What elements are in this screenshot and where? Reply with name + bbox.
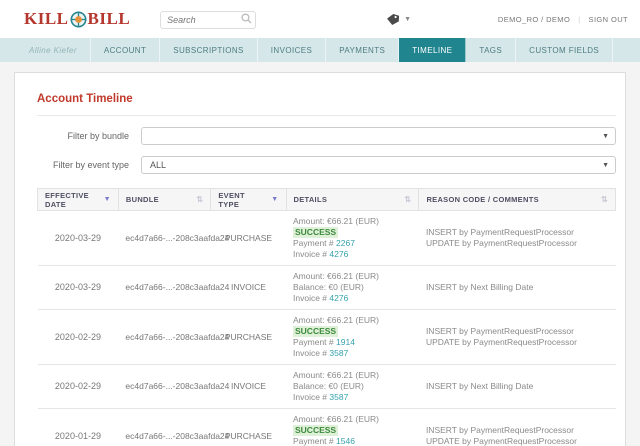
page-content: Account Timeline Filter by bundle ▼ Filt… xyxy=(0,62,640,446)
tab-subscriptions[interactable]: SUBSCRIPTIONS xyxy=(160,38,258,62)
event-type-filter-row: Filter by event type ALL ▼ xyxy=(37,156,616,174)
logo-text-kill: KILL xyxy=(24,9,69,29)
top-header: KILL BILL ▼ DEMO_RO / DEMO | SIGN OUT xyxy=(0,0,640,38)
invoice-link[interactable]: 3587 xyxy=(329,348,348,358)
logo-text-bill: BILL xyxy=(88,9,131,29)
tab-custom-fields[interactable]: CUSTOM FIELDS xyxy=(516,38,613,62)
sort-icon: ⇅ xyxy=(196,195,203,204)
status-badge: SUCCESS xyxy=(293,326,338,337)
payment-link[interactable]: 1546 xyxy=(336,436,355,446)
account-nav-tabs: Alline Kiefer ACCOUNT SUBSCRIPTIONS INVO… xyxy=(0,38,640,62)
tab-tags[interactable]: TAGS xyxy=(466,38,516,62)
timeline-card: Account Timeline Filter by bundle ▼ Filt… xyxy=(14,72,626,446)
table-row: 2020-03-29 ec4d7a66-...-208c3aafda24 PUR… xyxy=(38,211,616,266)
sort-icon: ⇅ xyxy=(601,195,608,204)
bundle-cell: ec4d7a66-...-208c3aafda24 xyxy=(118,409,210,446)
details-cell: Amount: €66.21 (EUR) SUCCESS Payment # 2… xyxy=(286,211,419,266)
effective-date-cell: 2020-02-29 xyxy=(38,365,119,409)
bundle-filter-select[interactable]: ▼ xyxy=(141,127,616,145)
bundle-cell: ec4d7a66-...-208c3aafda24 xyxy=(118,266,210,310)
column-header-effective-date[interactable]: EFFECTIVE DATE ▼ xyxy=(38,189,119,211)
search-box xyxy=(160,10,256,29)
chevron-down-icon: ▼ xyxy=(602,162,609,169)
column-header-event-type[interactable]: EVENT TYPE ▼ xyxy=(211,189,286,211)
user-area: DEMO_RO / DEMO | SIGN OUT xyxy=(498,15,628,24)
column-header-details[interactable]: DETAILS ⇅ xyxy=(286,189,419,211)
reason-cell: INSERT by PaymentRequestProcessor UPDATE… xyxy=(419,310,616,365)
bundle-cell: ec4d7a66-...-208c3aafda24 xyxy=(118,211,210,266)
table-row: 2020-03-29 ec4d7a66-...-208c3aafda24 INV… xyxy=(38,266,616,310)
sort-desc-icon: ▼ xyxy=(104,196,111,203)
details-cell: Amount: €66.21 (EUR) Balance: €0 (EUR) I… xyxy=(286,266,419,310)
column-header-reason-code[interactable]: REASON CODE / COMMENTS ⇅ xyxy=(419,189,616,211)
effective-date-cell: 2020-02-29 xyxy=(38,310,119,365)
details-cell: Amount: €66.21 (EUR) Balance: €0 (EUR) I… xyxy=(286,365,419,409)
chevron-down-icon: ▼ xyxy=(602,133,609,140)
sort-desc-icon: ▼ xyxy=(271,196,278,203)
current-user-link[interactable]: DEMO_RO / DEMO xyxy=(498,15,570,24)
invoice-link[interactable]: 4276 xyxy=(329,249,348,259)
sign-out-link[interactable]: SIGN OUT xyxy=(589,15,628,24)
reason-cell: INSERT by Next Billing Date xyxy=(419,266,616,310)
details-cell: Amount: €66.21 (EUR) SUCCESS Payment # 1… xyxy=(286,409,419,446)
tab-timeline[interactable]: TIMELINE xyxy=(399,38,466,62)
event-type-filter-value: ALL xyxy=(150,160,166,170)
details-cell: Amount: €66.21 (EUR) SUCCESS Payment # 1… xyxy=(286,310,419,365)
bundle-filter-row: Filter by bundle ▼ xyxy=(37,127,616,145)
table-row: 2020-01-29 ec4d7a66-...-208c3aafda24 PUR… xyxy=(38,409,616,446)
timeline-table: EFFECTIVE DATE ▼ BUNDLE ⇅ EVENT TYPE ▼ D… xyxy=(37,188,616,446)
effective-date-cell: 2020-03-29 xyxy=(38,266,119,310)
effective-date-cell: 2020-01-29 xyxy=(38,409,119,446)
invoice-link[interactable]: 4276 xyxy=(329,293,348,303)
status-badge: SUCCESS xyxy=(293,425,338,436)
effective-date-cell: 2020-03-29 xyxy=(38,211,119,266)
payment-link[interactable]: 1914 xyxy=(336,337,355,347)
reason-cell: INSERT by Next Billing Date xyxy=(419,365,616,409)
tag-icon xyxy=(386,13,400,26)
reason-cell: INSERT by PaymentRequestProcessor UPDATE… xyxy=(419,211,616,266)
sort-icon: ⇅ xyxy=(404,195,411,204)
bundle-cell: ec4d7a66-...-208c3aafda24 xyxy=(118,310,210,365)
divider: | xyxy=(578,15,580,24)
bundle-cell: ec4d7a66-...-208c3aafda24 xyxy=(118,365,210,409)
globe-crosshair-icon xyxy=(70,11,87,28)
page-title: Account Timeline xyxy=(37,73,616,105)
payment-link[interactable]: 2267 xyxy=(336,238,355,248)
status-badge: SUCCESS xyxy=(293,227,338,238)
search-icon xyxy=(241,13,252,24)
event-type-filter-select[interactable]: ALL ▼ xyxy=(141,156,616,174)
tab-invoices[interactable]: INVOICES xyxy=(258,38,326,62)
bundle-filter-label: Filter by bundle xyxy=(37,131,129,141)
table-row: 2020-02-29 ec4d7a66-...-208c3aafda24 INV… xyxy=(38,365,616,409)
event-type-filter-label: Filter by event type xyxy=(37,160,129,170)
tab-account-name[interactable]: Alline Kiefer xyxy=(16,38,91,62)
divider xyxy=(37,115,616,116)
killbill-logo[interactable]: KILL BILL xyxy=(24,9,130,29)
invoice-link[interactable]: 3587 xyxy=(329,392,348,402)
tab-payments[interactable]: PAYMENTS xyxy=(326,38,399,62)
tags-dropdown-button[interactable]: ▼ xyxy=(386,13,411,26)
column-header-bundle[interactable]: BUNDLE ⇅ xyxy=(118,189,210,211)
table-header-row: EFFECTIVE DATE ▼ BUNDLE ⇅ EVENT TYPE ▼ D… xyxy=(38,189,616,211)
table-row: 2020-02-29 ec4d7a66-...-208c3aafda24 PUR… xyxy=(38,310,616,365)
reason-cell: INSERT by PaymentRequestProcessor UPDATE… xyxy=(419,409,616,446)
chevron-down-icon: ▼ xyxy=(404,16,411,23)
tab-account[interactable]: ACCOUNT xyxy=(91,38,160,62)
